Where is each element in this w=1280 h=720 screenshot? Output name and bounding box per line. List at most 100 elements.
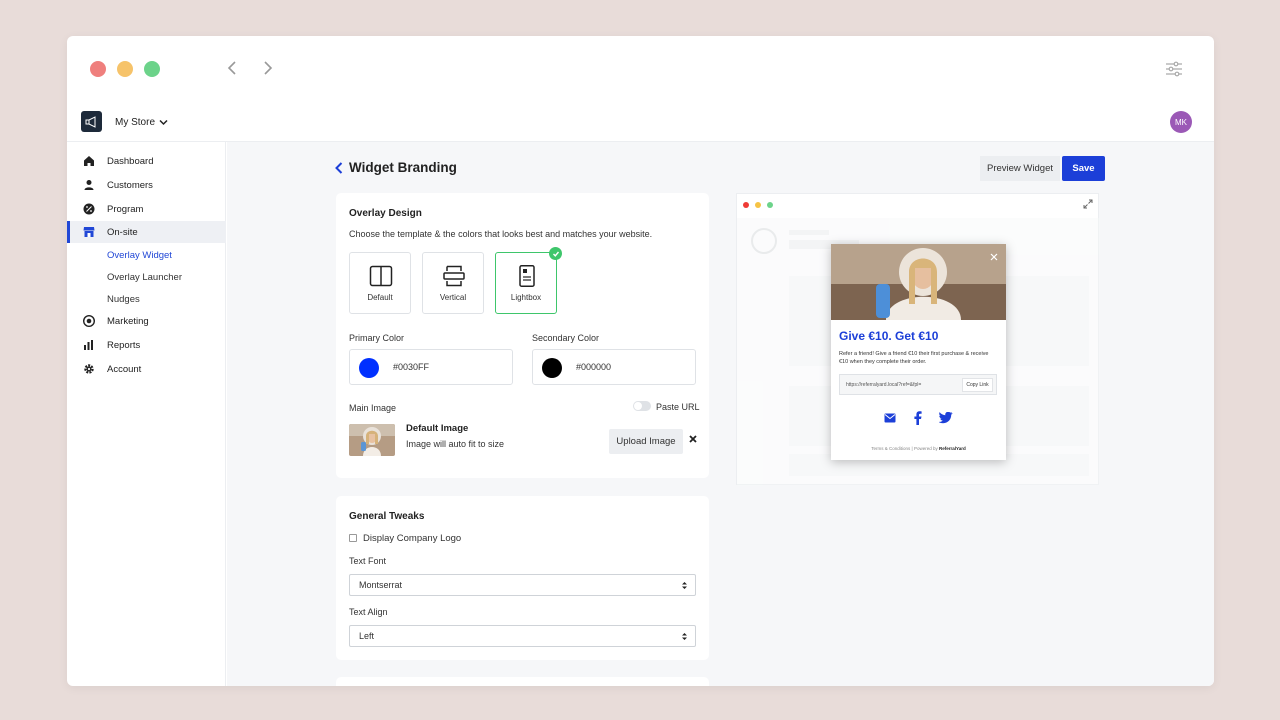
twitter-icon: [939, 412, 953, 424]
secondary-color-value: #000000: [576, 362, 612, 372]
referral-popup: Give €10. Get €10 Refer a friend! Give a…: [831, 244, 1006, 460]
sidebar: Dashboard Customers Program On-site Over…: [67, 142, 226, 686]
megaphone-icon: [85, 115, 96, 128]
split-layout-icon: [369, 265, 393, 287]
primary-color-value: #0030FF: [393, 362, 430, 372]
document-layout-icon: [519, 265, 535, 287]
template-label: Vertical: [439, 293, 467, 302]
app-logo: [81, 111, 102, 132]
brand-name: ReferralYard: [938, 446, 966, 451]
user-icon: [84, 180, 94, 190]
sidebar-item-reports[interactable]: Reports: [67, 334, 226, 356]
text-font-select[interactable]: Montserrat: [349, 574, 696, 596]
text-font-value: Montserrat: [359, 580, 403, 590]
app-window: My Store MK Dashboard Customers Program …: [67, 36, 1214, 686]
template-label: Lightbox: [510, 293, 542, 302]
sidebar-item-account[interactable]: Account: [67, 358, 226, 380]
sidebar-subitem-overlay-widget[interactable]: Overlay Widget: [107, 250, 172, 261]
sidebar-item-label: Marketing: [107, 315, 149, 327]
sidebar-item-on-site[interactable]: On-site: [67, 221, 226, 243]
primary-color-label: Primary Color: [349, 333, 405, 343]
sidebar-item-label: Customers: [107, 179, 153, 191]
sidebar-item-label: Program: [107, 203, 144, 215]
paste-url-label: Paste URL: [656, 402, 700, 412]
text-font-label: Text Font: [349, 556, 387, 566]
percent-icon: [83, 203, 95, 215]
display-logo-checkbox[interactable]: [349, 534, 357, 542]
settings-sliders-icon[interactable]: [1165, 60, 1183, 78]
widget-preview: Give €10. Get €10 Refer a friend! Give a…: [736, 193, 1100, 486]
general-tweaks-card: General Tweaks Display Company Logo Text…: [336, 496, 709, 660]
copy-link-button[interactable]: Copy Link: [962, 378, 993, 392]
overlay-design-description: Choose the template & the colors that lo…: [349, 229, 653, 239]
sidebar-item-label: On-site: [107, 226, 138, 238]
chevron-down-icon: [159, 119, 168, 126]
powered-by-label: Powered by: [913, 446, 938, 451]
general-tweaks-title: General Tweaks: [349, 511, 425, 522]
secondary-color-input[interactable]: #000000: [532, 349, 696, 385]
select-caret-icon: [682, 633, 687, 640]
close-window-button[interactable]: [90, 61, 106, 77]
template-lightbox[interactable]: Lightbox: [495, 247, 562, 314]
sidebar-item-marketing[interactable]: Marketing: [67, 310, 226, 332]
sidebar-item-program[interactable]: Program: [67, 198, 226, 220]
preview-dot-yellow: [755, 202, 761, 208]
popup-footer: Terms & Conditions | Powered by Referral…: [871, 446, 966, 451]
preview-widget-button[interactable]: Preview Widget: [980, 156, 1060, 181]
forward-arrow-icon[interactable]: [257, 58, 277, 78]
popup-hero-image: [831, 244, 1006, 320]
main-content: Widget Branding Preview Widget Save Over…: [227, 142, 1214, 686]
vertical-layout-icon: [443, 265, 465, 287]
back-arrow-icon[interactable]: [223, 58, 243, 78]
template-label: Default: [367, 293, 393, 302]
store-icon: [83, 227, 95, 237]
secondary-color-label: Secondary Color: [532, 333, 600, 343]
minimize-window-button[interactable]: [117, 61, 133, 77]
popup-headline: Give €10. Get €10: [839, 329, 939, 343]
next-card-edge: [336, 677, 709, 686]
top-bar: My Store MK: [67, 108, 1214, 142]
page-title: Widget Branding: [335, 160, 457, 175]
template-vertical[interactable]: Vertical: [422, 252, 484, 314]
upload-image-button[interactable]: Upload Image: [609, 429, 683, 454]
close-icon[interactable]: [688, 434, 698, 444]
preview-dot-red: [743, 202, 749, 208]
sidebar-item-customers[interactable]: Customers: [67, 174, 226, 196]
sidebar-item-label: Dashboard: [107, 155, 154, 167]
gear-icon: [84, 364, 94, 374]
sidebar-item-label: Reports: [107, 339, 141, 351]
title-bar: [67, 36, 1214, 102]
selected-check-icon: [549, 247, 562, 260]
share-email-button[interactable]: [882, 410, 898, 426]
facebook-icon: [914, 411, 922, 425]
referral-link-field[interactable]: https://referralyard.local?ref=&fpl= Cop…: [839, 374, 997, 395]
image-title: Default Image: [406, 423, 469, 434]
store-selector[interactable]: My Store: [115, 117, 168, 128]
sidebar-subitem-overlay-launcher[interactable]: Overlay Launcher: [107, 272, 182, 283]
terms-link[interactable]: Terms & Conditions: [871, 446, 910, 451]
maximize-window-button[interactable]: [144, 61, 160, 77]
user-avatar[interactable]: MK: [1170, 111, 1192, 133]
sidebar-subitem-nudges[interactable]: Nudges: [107, 294, 140, 305]
share-twitter-button[interactable]: [938, 410, 954, 426]
expand-icon[interactable]: [1083, 199, 1093, 209]
overlay-design-title: Overlay Design: [349, 208, 422, 219]
save-button[interactable]: Save: [1062, 156, 1105, 181]
primary-color-input[interactable]: #0030FF: [349, 349, 513, 385]
sidebar-item-dashboard[interactable]: Dashboard: [67, 150, 226, 172]
email-icon: [884, 413, 896, 423]
share-facebook-button[interactable]: [910, 410, 926, 426]
back-chevron-icon[interactable]: [335, 161, 343, 174]
template-default[interactable]: Default: [349, 252, 411, 314]
text-align-select[interactable]: Left: [349, 625, 696, 647]
paste-url-toggle[interactable]: [633, 401, 651, 411]
popup-description: Refer a friend! Give a friend €10 their …: [839, 351, 989, 365]
main-image-label: Main Image: [349, 403, 397, 413]
target-icon: [83, 315, 95, 327]
bar-chart-icon: [84, 340, 93, 350]
text-align-value: Left: [359, 631, 375, 641]
select-caret-icon: [682, 582, 687, 589]
primary-color-swatch[interactable]: [359, 358, 379, 378]
secondary-color-swatch[interactable]: [542, 358, 562, 378]
main-image-thumbnail: [349, 424, 395, 456]
